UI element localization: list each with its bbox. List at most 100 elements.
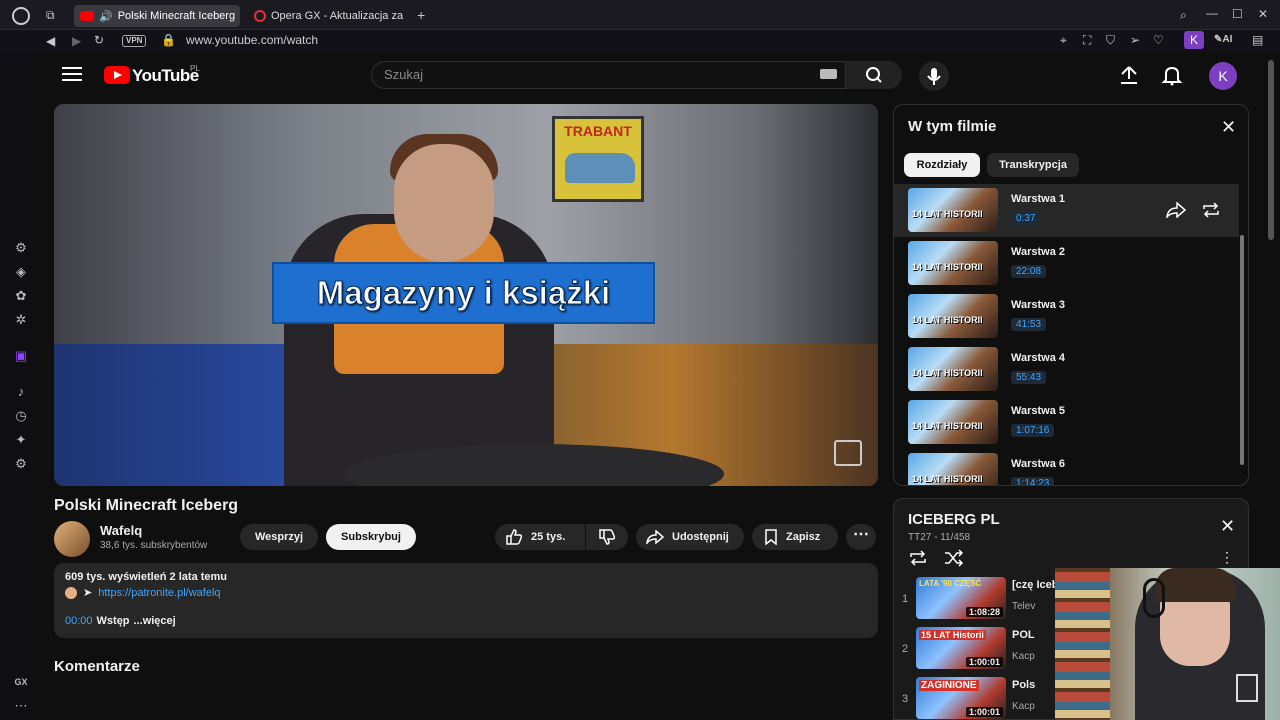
chapters-scrollbar[interactable] <box>1240 235 1244 465</box>
back-icon[interactable]: ◀ <box>46 34 55 48</box>
loop-chapter-icon[interactable] <box>1201 201 1221 219</box>
gx-cleaner-icon[interactable]: ✿ <box>13 288 29 304</box>
bookshelf <box>1055 568 1110 720</box>
dislike-button[interactable] <box>586 524 628 550</box>
guide-menu-icon[interactable] <box>62 67 82 83</box>
save-button[interactable]: Zapisz <box>752 524 838 550</box>
chapter-thumbnail: 14 LAT HISTORII <box>908 294 998 338</box>
forward-icon[interactable]: ▶ <box>72 34 81 48</box>
gx-corner-icon[interactable]: ◈ <box>13 264 29 280</box>
chapter-time: 41:53 <box>1011 318 1047 331</box>
search-tabs-icon[interactable]: ⌕ <box>1180 8 1187 22</box>
chapter-item[interactable]: 14 LAT HISTORII Warstwa 6 1:14:23 <box>894 449 1239 485</box>
shuffle-icon[interactable] <box>944 549 964 567</box>
search-button[interactable] <box>846 61 902 89</box>
opera-menu-icon[interactable] <box>12 7 30 25</box>
youtube-logo-text[interactable]: YouTube <box>132 66 199 86</box>
thumbnail-text: 14 LAT HISTORII <box>912 315 983 325</box>
tab-islands-icon[interactable]: ⧉ <box>46 8 55 22</box>
chapter-title: Warstwa 1 <box>1011 193 1066 205</box>
minimize-icon[interactable]: — <box>1206 6 1218 20</box>
chapter-thumbnail: 14 LAT HISTORII <box>908 453 998 485</box>
playlist-channel: Kacp <box>1012 651 1035 662</box>
pinboard-icon[interactable]: ▤ <box>1252 33 1263 47</box>
chapter-title: Warstwa 6 <box>1011 458 1066 470</box>
settings-icon[interactable]: ⚙ <box>13 456 29 472</box>
arrow-icon: ➤ <box>83 587 93 599</box>
twitch-icon[interactable]: ▣ <box>13 348 29 364</box>
chapter-item[interactable]: 14 LAT HISTORII Warstwa 3 41:53 <box>894 290 1239 343</box>
page-scrollbar[interactable] <box>1268 60 1274 240</box>
close-playlist-icon[interactable]: ✕ <box>1220 517 1235 535</box>
voice-search-button[interactable] <box>919 61 949 91</box>
thumbnail-text: 14 LAT HISTORII <box>912 474 983 484</box>
chapter-item[interactable]: 14 LAT HISTORII Warstwa 2 22:08 <box>894 237 1239 290</box>
playlist-title[interactable]: ICEBERG PL <box>908 511 1000 528</box>
more-actions-icon[interactable]: ⋯ <box>846 524 876 550</box>
playlist-menu-icon[interactable]: ⋮ <box>1220 549 1234 566</box>
upload-icon[interactable] <box>1118 65 1140 85</box>
channel-avatar[interactable] <box>54 521 90 557</box>
more-sidebar-icon[interactable]: ⋯ <box>13 698 29 714</box>
support-button[interactable]: Wesprzyj <box>240 524 318 550</box>
notifications-bell-icon[interactable] <box>1161 64 1183 86</box>
expand-icon[interactable] <box>1236 674 1258 702</box>
search-icon <box>866 67 882 83</box>
gx-logo[interactable]: GX <box>13 674 29 690</box>
extensions-icon[interactable]: ✦ <box>13 432 29 448</box>
channel-name[interactable]: Wafelq <box>100 523 142 538</box>
video-caption: Magazyny i książki <box>272 262 655 324</box>
profile-icon[interactable]: K <box>1184 31 1204 49</box>
gx-mods-icon[interactable]: ✲ <box>13 312 29 328</box>
lock-icon[interactable]: 🔒 <box>161 33 176 47</box>
send-icon[interactable]: ➢ <box>1130 33 1140 47</box>
patronite-link[interactable]: https://patronite.pl/wafelq <box>98 587 220 599</box>
snapshot-icon[interactable]: ⛶ <box>1083 33 1091 47</box>
streamer-hair <box>1155 568 1235 602</box>
chapter-timestamp[interactable]: 00:00 <box>65 615 93 627</box>
computer-watermark-icon <box>834 440 862 466</box>
chapter-item[interactable]: 14 LAT HISTORII Warstwa 4 55:43 <box>894 343 1239 396</box>
reload-icon[interactable]: ↻ <box>94 33 104 47</box>
chapter-item[interactable]: 14 LAT HISTORII Warstwa 1 0:37 <box>894 184 1239 237</box>
video-player[interactable]: TRABANT Magazyny i książki <box>54 104 878 486</box>
vpn-badge[interactable]: VPN <box>122 35 147 47</box>
views-and-date: 609 tys. wyświetleń 2 lata temu <box>65 571 228 583</box>
url-field[interactable]: www.youtube.com/watch <box>186 33 318 47</box>
heart-icon[interactable]: ♡ <box>1153 33 1164 47</box>
poster-text: TRABANT <box>564 123 632 139</box>
description-box[interactable]: 609 tys. wyświetleń 2 lata temu ➤ https:… <box>54 563 878 638</box>
subscriber-count: 38,6 tys. subskrybentów <box>100 540 208 551</box>
adblock-icon[interactable]: ⛉ <box>1106 33 1115 47</box>
subscribe-button[interactable]: Subskrybuj <box>326 524 416 550</box>
player-icon[interactable]: ♪ <box>13 384 29 400</box>
tab-polski-minecraft[interactable]: 🔊 Polski Minecraft Iceberg <box>74 5 240 27</box>
playlist-index: 2 <box>902 643 909 655</box>
maximize-icon[interactable]: ☐ <box>1232 7 1243 21</box>
history-icon[interactable]: ◷ <box>13 408 29 424</box>
show-more-link[interactable]: ...więcej <box>134 615 176 627</box>
account-avatar[interactable]: K <box>1209 62 1237 90</box>
search-input[interactable]: Szukaj <box>371 61 846 89</box>
gx-control-icon[interactable]: ⚙ <box>13 240 29 256</box>
chapter-thumbnail: 14 LAT HISTORII <box>908 241 998 285</box>
youtube-logo-icon[interactable] <box>104 66 130 84</box>
tab-transcript[interactable]: Transkrypcja <box>987 153 1079 177</box>
new-tab-icon[interactable]: + <box>417 8 425 22</box>
share-button[interactable]: Udostępnij <box>636 524 744 550</box>
chapter-title: Warstwa 3 <box>1011 299 1066 311</box>
close-window-icon[interactable]: ✕ <box>1258 7 1268 21</box>
easy-setup-icon[interactable]: ⌖ <box>1060 33 1067 47</box>
keyboard-icon[interactable] <box>820 69 837 79</box>
like-button[interactable]: 25 tys. <box>495 524 585 550</box>
loop-playlist-icon[interactable] <box>908 549 928 567</box>
chapter-item[interactable]: 14 LAT HISTORII Warstwa 5 1:07:16 <box>894 396 1239 449</box>
aria-ai-button[interactable]: ✎AI <box>1214 33 1232 47</box>
speaker-icon[interactable]: 🔊 <box>99 10 113 23</box>
gx-sidebar: ⚙ ◈ ✿ ✲ ▣ ♪ ◷ ✦ ⚙ GX ⋯ <box>0 52 40 720</box>
playlist-thumbnail-text: ZAGINIONE <box>919 680 979 691</box>
tab-chapters[interactable]: Rozdziały <box>904 153 980 177</box>
share-chapter-icon[interactable] <box>1166 202 1186 218</box>
tab-opera-gx-update[interactable]: Opera GX - Aktualizacja za <box>248 5 406 27</box>
close-panel-icon[interactable]: ✕ <box>1221 118 1236 136</box>
